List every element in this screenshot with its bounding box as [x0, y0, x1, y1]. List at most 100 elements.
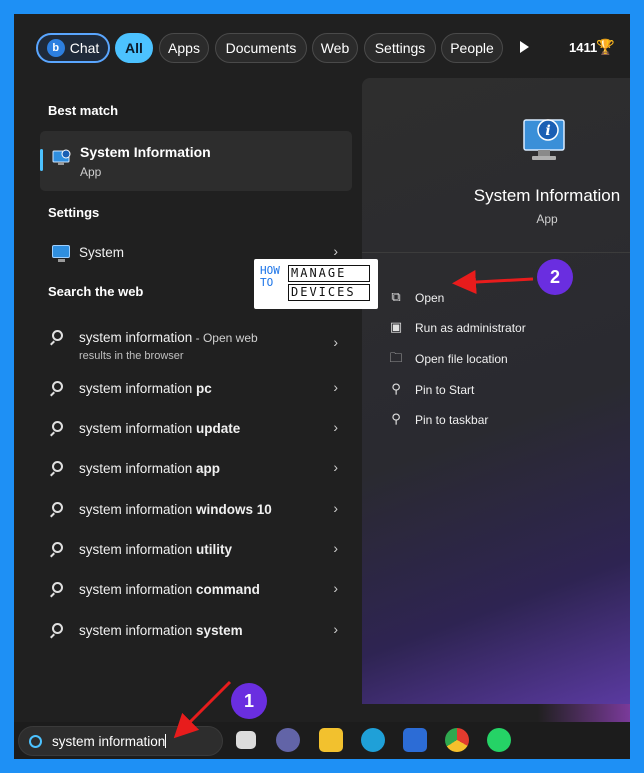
- chevron-right-icon[interactable]: ›: [333, 243, 338, 259]
- task-view-icon[interactable]: [236, 731, 256, 749]
- search-web-heading: Search the web: [48, 284, 144, 299]
- web-result-row[interactable]: system information system ›: [40, 613, 352, 649]
- web-result-prefix: system information: [79, 461, 197, 476]
- web-result-prefix: system information: [79, 421, 197, 436]
- web-result-bold: app: [196, 461, 221, 476]
- web-result-bold: system: [196, 623, 243, 638]
- search-icon: [52, 330, 63, 341]
- search-icon: [52, 542, 63, 553]
- open-file-location-label: Open file location: [415, 352, 508, 366]
- web-result-text: system information - Open web: [79, 330, 258, 345]
- search-icon: [52, 502, 63, 513]
- web-result-row[interactable]: system information pc ›: [40, 371, 352, 407]
- apps-filter-button[interactable]: Apps: [159, 33, 209, 63]
- web-result-row[interactable]: system information - Open web results in…: [40, 320, 352, 362]
- web-result-bold: pc: [196, 381, 212, 396]
- web-result-text: system information app: [79, 461, 220, 476]
- chat-filter-button[interactable]: b Chat: [36, 33, 110, 63]
- pin-icon: ⚲: [391, 381, 401, 396]
- chat-filter-label: Chat: [69, 40, 100, 56]
- bing-chat-icon: b: [46, 39, 65, 57]
- watermark-to: TO: [260, 276, 274, 289]
- preview-divider: [362, 252, 630, 253]
- search-icon: [52, 623, 63, 634]
- shield-icon: ▣: [389, 319, 403, 334]
- step-2-badge: 2: [537, 259, 573, 295]
- text-caret: [165, 734, 167, 748]
- chevron-right-icon[interactable]: ›: [333, 500, 338, 516]
- taskbar-search-value: system information: [52, 734, 166, 749]
- web-result-row[interactable]: system information windows 10 ›: [40, 492, 352, 528]
- chevron-right-icon[interactable]: ›: [333, 540, 338, 556]
- settings-heading: Settings: [48, 205, 100, 220]
- start-search-window: b Chat All Apps Documents Web Settings P…: [14, 14, 630, 759]
- preview-subtitle: App: [536, 212, 558, 226]
- web-result-text: system information system: [79, 623, 243, 638]
- results-panel: Best match System Information App Settin…: [14, 78, 360, 698]
- web-result-text: system information utility: [79, 542, 232, 557]
- web-filter-button[interactable]: Web: [312, 33, 358, 63]
- best-match-subtitle: App: [80, 165, 102, 179]
- store-icon[interactable]: [403, 728, 427, 752]
- settings-filter-button[interactable]: Settings: [364, 33, 436, 63]
- people-filter-button[interactable]: People: [441, 33, 503, 63]
- documents-filter-button[interactable]: Documents: [215, 33, 307, 63]
- run-as-administrator-action[interactable]: ▣ Run as administrator: [388, 317, 608, 339]
- edge-icon[interactable]: [361, 728, 385, 752]
- web-result-row[interactable]: system information update ›: [40, 411, 352, 447]
- chevron-right-icon[interactable]: ›: [333, 459, 338, 475]
- open-file-location-action[interactable]: 🗀 Open file location: [388, 348, 608, 370]
- pin-to-taskbar-action[interactable]: ⚲ Pin to taskbar: [388, 409, 608, 431]
- chevron-right-icon[interactable]: ›: [333, 580, 338, 596]
- chrome-icon[interactable]: [445, 728, 469, 752]
- system-information-icon: [52, 149, 71, 165]
- howtomanagedevices-watermark-logo: HOW TO MANAGE DEVICES: [254, 259, 378, 309]
- watermark-manage-text: MANAGE: [288, 265, 370, 282]
- taskbar-search-input[interactable]: system information: [52, 734, 167, 749]
- chevron-right-icon[interactable]: ›: [333, 334, 338, 350]
- search-icon: [52, 421, 63, 432]
- web-result-bold: command: [196, 582, 260, 597]
- web-result-prefix: system information: [79, 623, 197, 638]
- selection-accent: [40, 149, 43, 171]
- web-result-row[interactable]: system information utility ›: [40, 532, 352, 568]
- open-action[interactable]: ⧉ Open: [388, 287, 608, 309]
- watermark-devices-text: DEVICES: [288, 284, 370, 301]
- filter-bar: b Chat All Apps Documents Web Settings P…: [14, 14, 630, 78]
- web-result-text: system information update: [79, 421, 240, 436]
- more-filters-play-icon[interactable]: [520, 41, 529, 53]
- desktop-strip: [14, 704, 630, 722]
- chevron-right-icon[interactable]: ›: [333, 621, 338, 637]
- pin-icon: ⚲: [391, 411, 401, 426]
- web-result-prefix: system information: [79, 330, 193, 345]
- web-result-text: system information windows 10: [79, 502, 272, 517]
- chevron-right-icon[interactable]: ›: [333, 379, 338, 395]
- web-result-row[interactable]: system information command ›: [40, 572, 352, 608]
- all-filter-button[interactable]: All: [115, 33, 153, 63]
- step-1-badge: 1: [231, 683, 267, 719]
- system-information-icon: i: [523, 119, 565, 160]
- svg-text:i: i: [545, 123, 550, 139]
- rewards-points[interactable]: 1411: [569, 40, 597, 55]
- web-result-text: system information pc: [79, 381, 212, 396]
- run-as-administrator-label: Run as administrator: [415, 321, 526, 335]
- web-result-bold: windows 10: [196, 502, 272, 517]
- file-explorer-icon[interactable]: [319, 728, 343, 752]
- web-result-row[interactable]: system information app ›: [40, 451, 352, 487]
- search-icon: [29, 735, 42, 748]
- search-icon: [52, 381, 63, 392]
- whatsapp-icon[interactable]: [487, 728, 511, 752]
- best-match-item[interactable]: System Information App: [40, 131, 352, 191]
- best-match-heading: Best match: [48, 103, 119, 118]
- web-result-text: system information command: [79, 582, 260, 597]
- meet-icon[interactable]: [276, 728, 300, 752]
- chevron-right-icon[interactable]: ›: [333, 419, 338, 435]
- web-result-prefix: system information: [79, 582, 197, 597]
- web-result-prefix: system information: [79, 381, 197, 396]
- monitor-icon: [52, 245, 70, 262]
- taskbar-search-box[interactable]: system information: [18, 726, 223, 756]
- pin-to-start-action[interactable]: ⚲ Pin to Start: [388, 379, 608, 401]
- search-icon: [52, 461, 63, 472]
- web-result-bold: utility: [196, 542, 233, 557]
- taskbar: system information: [14, 722, 630, 759]
